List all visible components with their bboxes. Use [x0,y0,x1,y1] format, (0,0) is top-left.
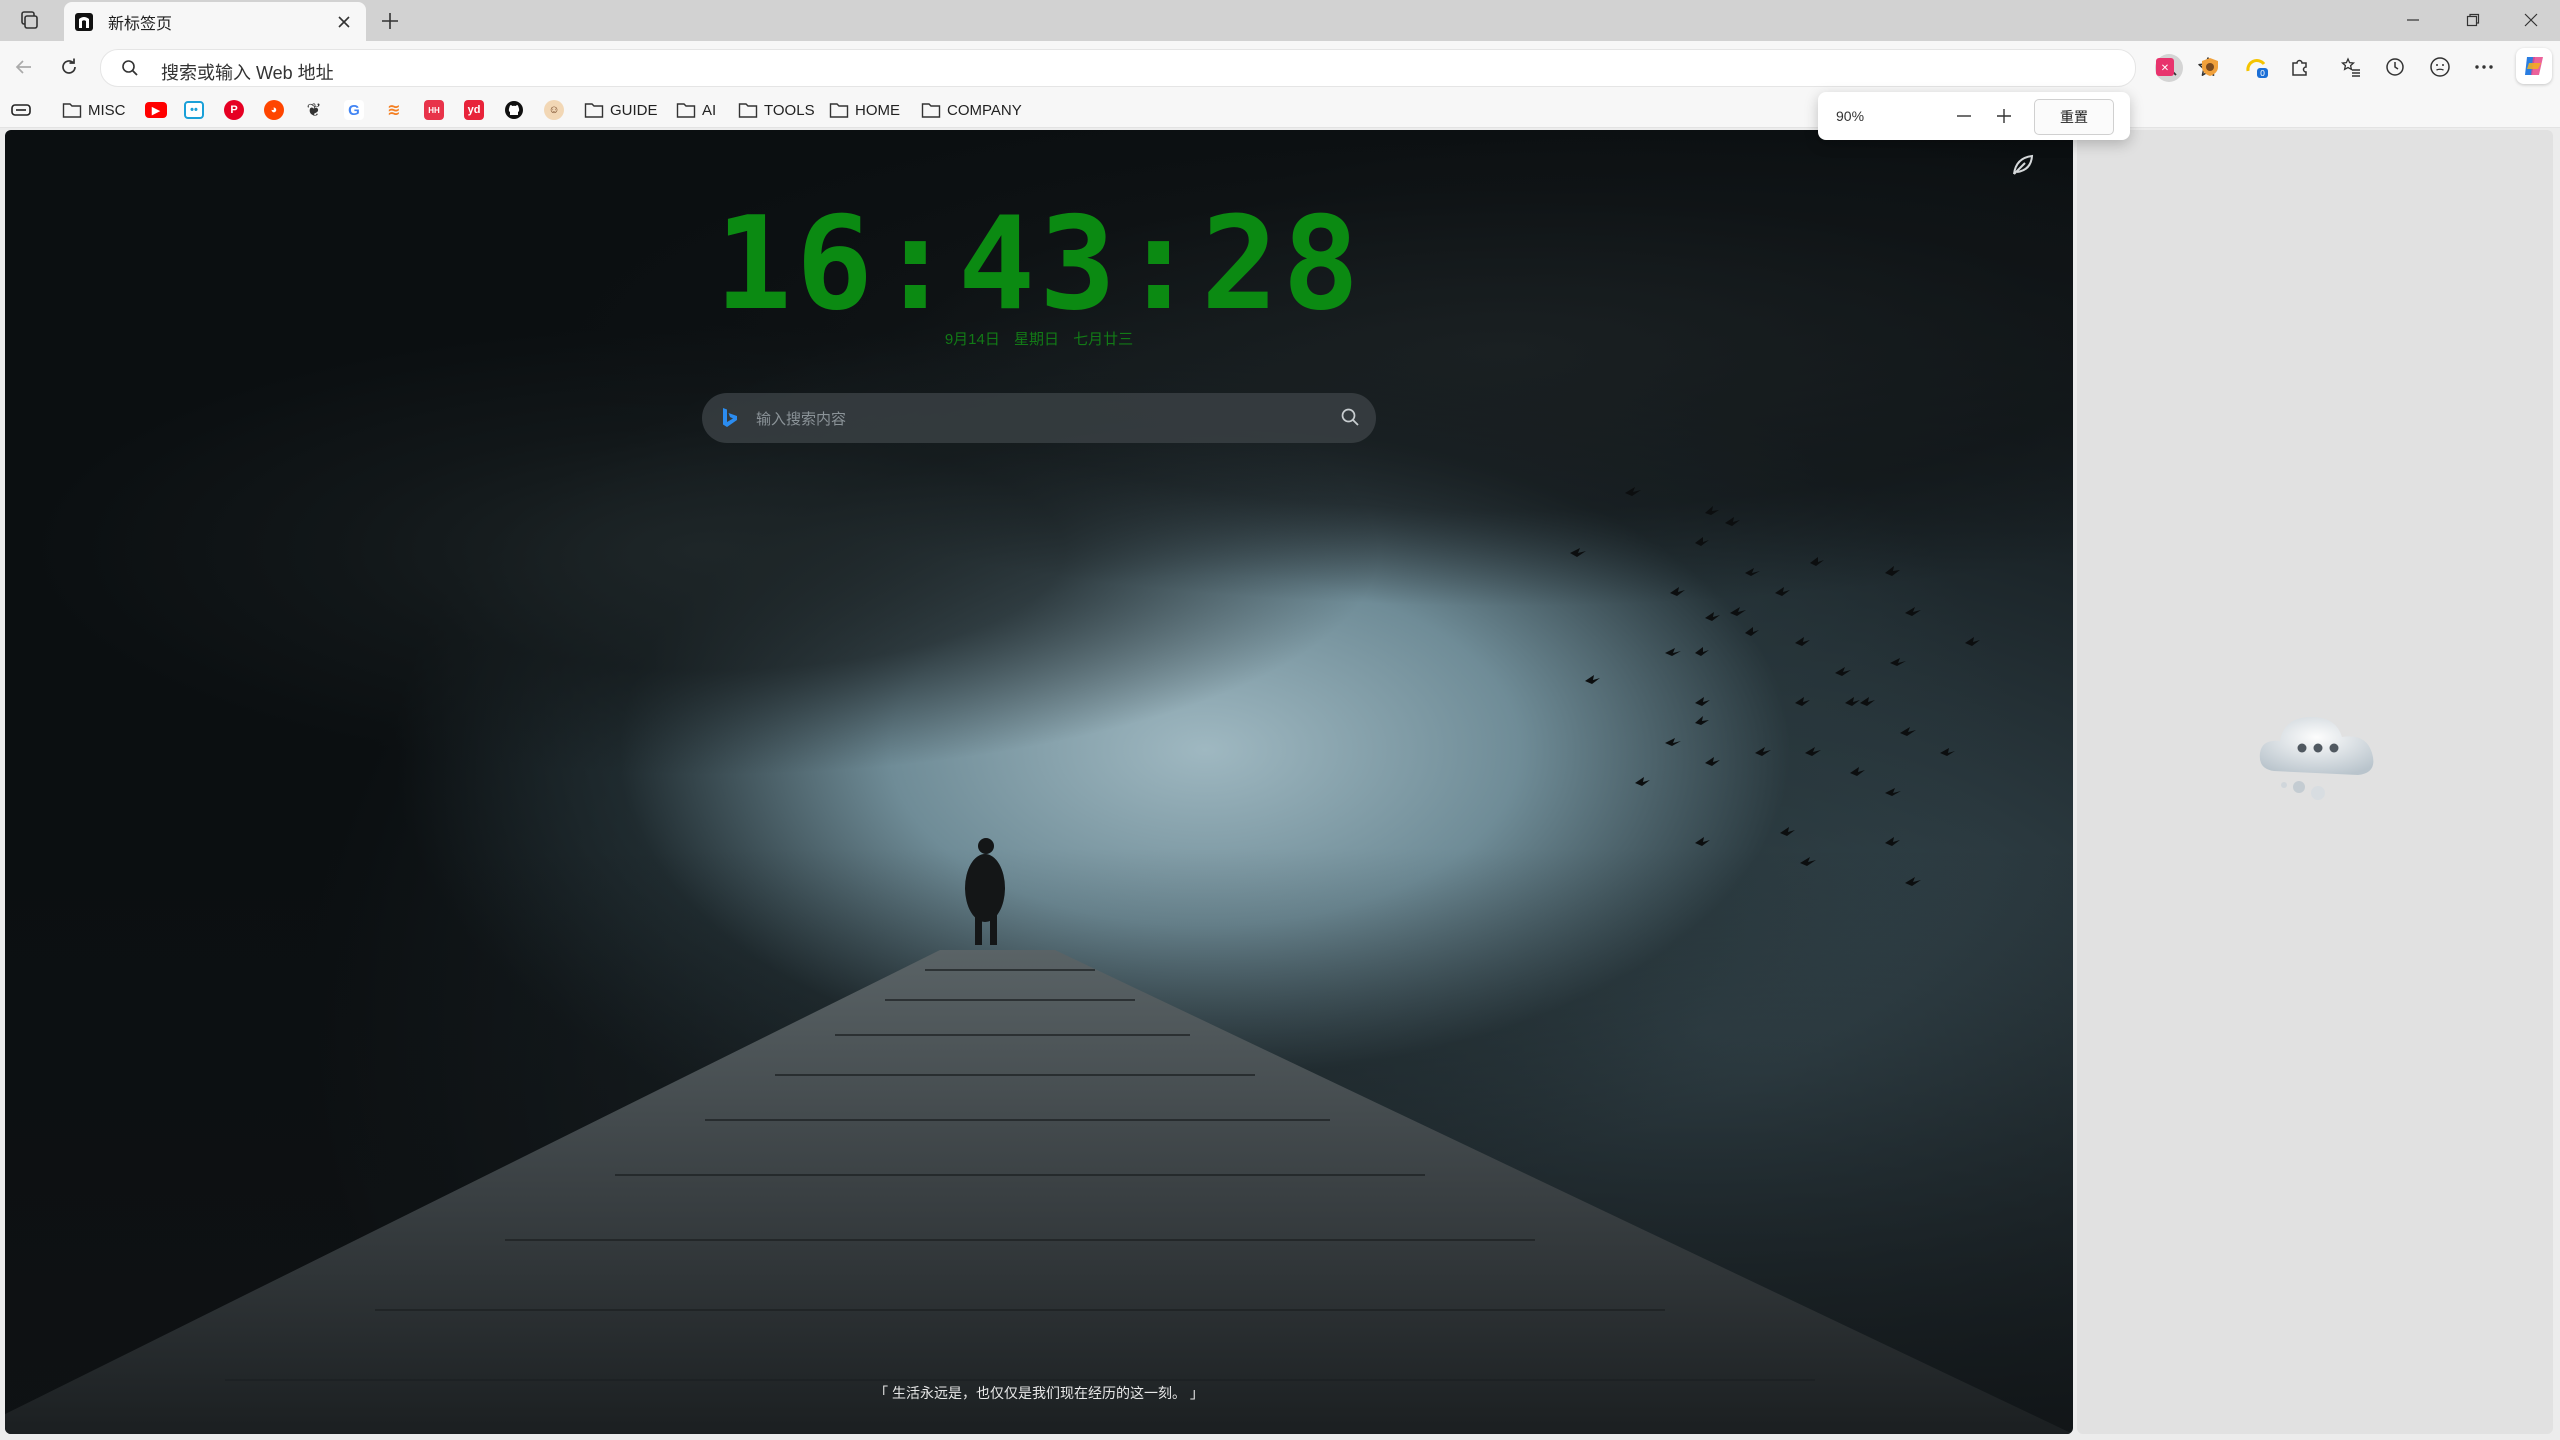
bing-logo-icon[interactable] [720,407,740,434]
bookmark-folder-company[interactable]: COMPANY [921,98,1022,122]
back-button[interactable] [8,51,40,83]
favorites-icon[interactable] [2337,53,2365,81]
search-submit-icon[interactable] [1340,407,1360,432]
bookmark-folder-label: GUIDE [610,101,658,119]
reddit-icon: ◕ [264,100,284,120]
bookmark-folder-misc[interactable]: MISC [62,98,126,122]
more-menu-icon[interactable] [2470,53,2498,81]
address-placeholder: 搜索或输入 Web 地址 [161,63,334,83]
leaf-settings-icon[interactable] [2010,152,2036,183]
bilibili-icon: •• [184,101,204,119]
new-tab-button[interactable] [374,6,406,36]
bookmark-collection-icon[interactable] [10,98,32,122]
tab-title: 新标签页 [108,15,173,33]
new-tab-page: 16:43:28 9月14日 星期日 七月廿三 「 生活永远是，也仅仅是我们现在… [5,130,2073,1434]
bookmark-folder-label: AI [702,101,717,119]
folder-icon [62,103,82,118]
pinterest-icon: P [224,100,244,120]
bookmark-github[interactable] [504,98,524,122]
youdao-icon: yd [464,100,484,120]
bookmark-stackoverflow[interactable]: ≋ [384,98,404,122]
bookmark-pinterest[interactable]: P [224,98,244,122]
search-icon [121,59,139,82]
bookmark-folder-home[interactable]: HOME [829,98,900,122]
youtube-icon: ▶ [145,102,167,118]
bookmark-folder-label: TOOLS [764,101,815,119]
speed-extension-icon[interactable]: 0 [2243,53,2271,81]
zoom-in-button[interactable] [1990,102,2018,130]
tab-new-tab[interactable]: 新标签页 [64,2,366,41]
extension-badge: 0 [2260,69,2265,78]
bookmark-youtube[interactable]: ▶ [145,98,167,122]
bookmark-folder-guide[interactable]: GUIDE [584,98,658,122]
loading-cloud-icon [2254,703,2384,808]
search-input[interactable] [754,403,1318,435]
zoom-popup: 90% 重置 [1818,92,2130,140]
folder-icon [584,103,604,118]
search-box[interactable] [702,393,1376,443]
folder-icon [676,103,696,118]
bookmark-reddit[interactable]: ◕ [264,98,284,122]
close-window-button[interactable] [2508,6,2554,34]
bookmark-folder-label: HOME [855,101,900,119]
bookmark-google[interactable]: G [344,98,364,122]
copilot-icon[interactable] [2516,48,2552,84]
bookmark-folder-tools[interactable]: TOOLS [738,98,815,122]
bookmarks-bar: MISC ▶ •• P ◕ ❦ G ≋ HH yd ☺ GUIDE AI TOO… [0,93,2560,128]
svg-text:✕: ✕ [2161,63,2169,74]
digital-clock: 16:43:28 [714,190,1364,339]
bookmark-hacker[interactable]: HH [424,98,444,122]
bookmark-folder-ai[interactable]: AI [676,98,716,122]
github-icon [505,101,523,119]
google-icon: G [344,100,364,120]
bookmark-avatar[interactable]: ☺ [544,98,564,122]
tab-strip: 新标签页 [0,0,2560,41]
bookmark-folder-label: MISC [88,101,126,119]
toolbar: 搜索或输入 Web 地址 ✕ 0 [0,41,2560,93]
folder-icon [921,103,941,118]
zoom-level: 90% [1836,108,1865,124]
stackoverflow-icon: ≋ [387,102,401,119]
image-extension-icon[interactable]: ✕ [2151,53,2179,81]
date-display: 9月14日 星期日 七月廿三 [944,331,1134,348]
hacker-icon: HH [424,100,444,120]
shield-extension-icon[interactable] [2196,53,2224,81]
daily-quote: 「 生活永远是，也仅仅是我们现在经历的这一刻。 」 [874,1385,1204,1401]
feedback-icon[interactable] [2426,53,2454,81]
restore-button[interactable] [2450,6,2496,34]
bookmark-folder-label: COMPANY [947,101,1022,119]
avatar-icon: ☺ [544,100,564,120]
workspaces-icon[interactable] [16,8,42,32]
history-icon[interactable] [2381,53,2409,81]
extensions-puzzle-icon[interactable] [2286,53,2314,81]
bookmark-feather[interactable]: ❦ [304,98,324,122]
feather-icon: ❦ [306,99,322,120]
bookmark-bilibili[interactable]: •• [184,98,204,122]
side-panel [2077,130,2553,1434]
folder-icon [829,103,849,118]
minimize-button[interactable] [2390,6,2436,34]
zoom-reset-button[interactable]: 重置 [2034,99,2114,135]
zoom-out-button[interactable] [1950,102,1978,130]
address-bar[interactable]: 搜索或输入 Web 地址 [100,49,2218,87]
refresh-button[interactable] [53,51,85,83]
tab-favicon-icon [74,12,94,32]
folder-icon [738,103,758,118]
close-tab-icon[interactable] [332,10,356,34]
bookmark-youdao[interactable]: yd [464,98,484,122]
